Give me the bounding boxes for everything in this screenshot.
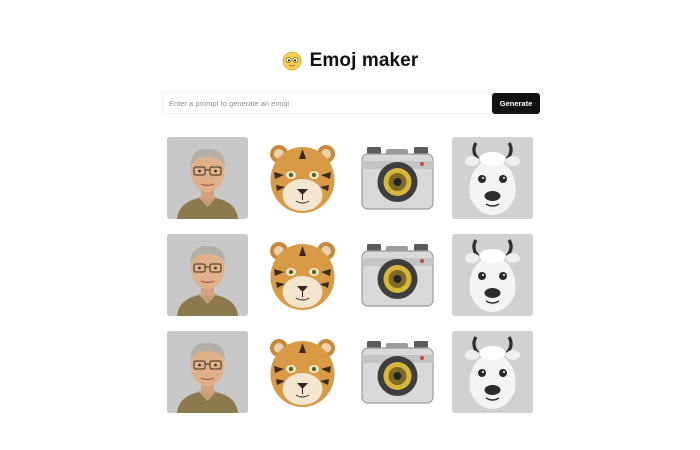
camera-emoji-icon: [357, 331, 438, 413]
tiger-emoji-icon: [262, 137, 343, 219]
emoji-tile-tiger[interactable]: [262, 234, 343, 316]
prompt-input[interactable]: [162, 92, 492, 114]
llama-emoji-icon: [452, 234, 533, 316]
tiger-emoji-icon: [262, 234, 343, 316]
person-emoji-icon: [167, 331, 248, 413]
emoji-tile-llama[interactable]: [452, 234, 533, 316]
emoji-tile-tiger[interactable]: [262, 331, 343, 413]
emoji-grid: [167, 137, 533, 413]
camera-emoji-icon: [357, 234, 438, 316]
emoji-tile-camera[interactable]: [357, 234, 438, 316]
camera-emoji-icon: [357, 137, 438, 219]
emoji-face-icon: [282, 51, 302, 71]
tiger-emoji-icon: [262, 331, 343, 413]
person-emoji-icon: [167, 234, 248, 316]
app-title: Emoj maker: [309, 50, 419, 71]
emoji-tile-llama[interactable]: [452, 137, 533, 219]
emoji-tile-person[interactable]: [167, 137, 248, 219]
emoji-tile-camera[interactable]: [357, 331, 438, 413]
emoji-tile-camera[interactable]: [357, 137, 438, 219]
emoji-tile-llama[interactable]: [452, 331, 533, 413]
generate-button[interactable]: Generate: [492, 92, 540, 114]
emoji-tile-person[interactable]: [167, 234, 248, 316]
emoji-tile-person[interactable]: [167, 331, 248, 413]
prompt-form: Generate: [162, 91, 540, 115]
llama-emoji-icon: [452, 331, 533, 413]
emoji-maker-app: Emoj maker Generate: [0, 0, 700, 450]
emoji-tile-tiger[interactable]: [262, 137, 343, 219]
header: Emoj maker: [0, 50, 700, 72]
person-emoji-icon: [167, 137, 248, 219]
llama-emoji-icon: [452, 137, 533, 219]
